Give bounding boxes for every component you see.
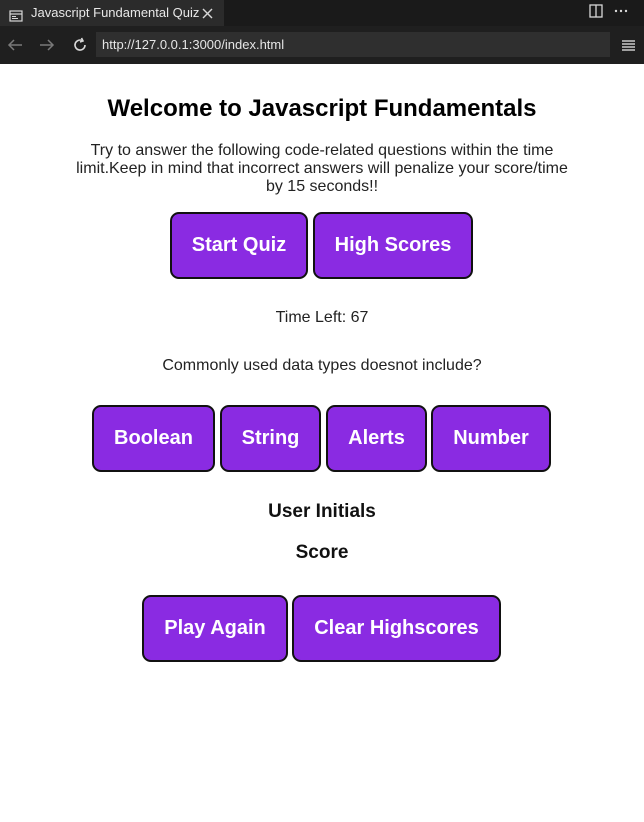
split-view-icon[interactable] xyxy=(588,0,604,22)
more-icon[interactable] xyxy=(612,0,630,22)
user-initials-label: User Initials xyxy=(268,501,376,522)
score-label: Score xyxy=(295,542,349,563)
play-again-button[interactable]: Play Again xyxy=(142,595,288,662)
answer-string-button[interactable]: String xyxy=(220,405,321,472)
answer-alerts-button[interactable]: Alerts xyxy=(326,405,427,472)
answer-boolean-button[interactable]: Boolean xyxy=(92,405,215,472)
hamburger-menu-icon[interactable] xyxy=(618,26,638,64)
intro-text: Try to answer the following code-related… xyxy=(76,142,568,195)
answer-number-button[interactable]: Number xyxy=(431,405,551,472)
start-quiz-button[interactable]: Start Quiz xyxy=(170,212,308,279)
browser-tab[interactable]: Javascript Fundamental Quiz xyxy=(0,0,224,26)
browser-chrome: Javascript Fundamental Quiz http://127.0… xyxy=(0,0,644,64)
page-icon xyxy=(9,6,23,22)
address-bar[interactable]: http://127.0.0.1:3000/index.html xyxy=(96,32,610,57)
forward-arrow-icon[interactable] xyxy=(35,26,59,64)
close-icon[interactable] xyxy=(200,0,214,26)
navigation-bar: http://127.0.0.1:3000/index.html xyxy=(0,26,644,64)
clear-highscores-button[interactable]: Clear Highscores xyxy=(292,595,501,662)
tab-strip: Javascript Fundamental Quiz xyxy=(0,0,644,26)
high-scores-button[interactable]: High Scores xyxy=(313,212,473,279)
page-title: Welcome to Javascript Fundamentals xyxy=(107,95,537,122)
question-text: Commonly used data types doesnot include… xyxy=(162,357,482,374)
back-arrow-icon[interactable] xyxy=(3,26,27,64)
timer: Time Left: 67 xyxy=(275,309,369,326)
page-content: Welcome to Javascript Fundamentals Try t… xyxy=(0,64,644,822)
reload-icon[interactable] xyxy=(68,26,92,64)
url-text: http://127.0.0.1:3000/index.html xyxy=(102,37,285,52)
tab-title: Javascript Fundamental Quiz xyxy=(31,5,200,20)
